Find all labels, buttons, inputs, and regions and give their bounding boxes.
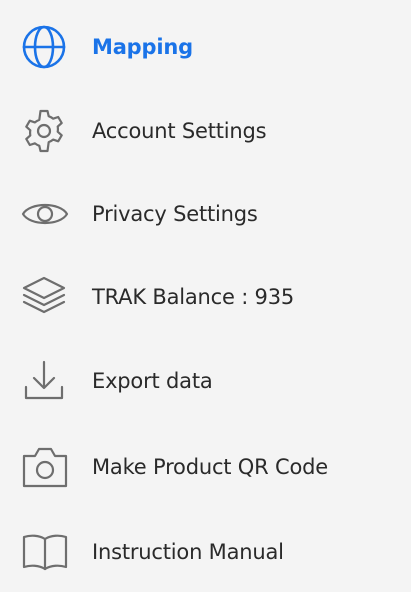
menu-item-account-settings[interactable]: Account Settings xyxy=(20,106,400,156)
menu-item-mapping[interactable]: Mapping xyxy=(20,22,400,72)
menu-item-instruction-manual[interactable]: Instruction Manual xyxy=(20,527,400,577)
menu-item-label: Make Product QR Code xyxy=(92,455,328,479)
book-icon xyxy=(20,527,72,577)
menu-item-label: Privacy Settings xyxy=(92,202,258,226)
download-icon xyxy=(20,356,72,406)
menu-item-label: Export data xyxy=(92,369,213,393)
menu-item-make-product-qr-code[interactable]: Make Product QR Code xyxy=(20,442,400,492)
menu-item-label: Account Settings xyxy=(92,119,267,143)
menu-item-label: Mapping xyxy=(92,35,193,59)
globe-icon xyxy=(20,22,72,72)
menu-item-label: TRAK Balance : 935 xyxy=(92,285,295,309)
camera-icon xyxy=(20,442,72,492)
menu-item-trak-balance[interactable]: TRAK Balance : 935 xyxy=(20,272,400,322)
menu-item-privacy-settings[interactable]: Privacy Settings xyxy=(20,189,400,239)
gear-icon xyxy=(20,106,72,156)
layers-icon xyxy=(20,272,72,322)
eye-icon xyxy=(20,189,72,239)
menu-item-label: Instruction Manual xyxy=(92,540,284,564)
menu-item-export-data[interactable]: Export data xyxy=(20,356,400,406)
navigation-menu: Mapping Account Settings Privacy Setting… xyxy=(0,0,411,592)
